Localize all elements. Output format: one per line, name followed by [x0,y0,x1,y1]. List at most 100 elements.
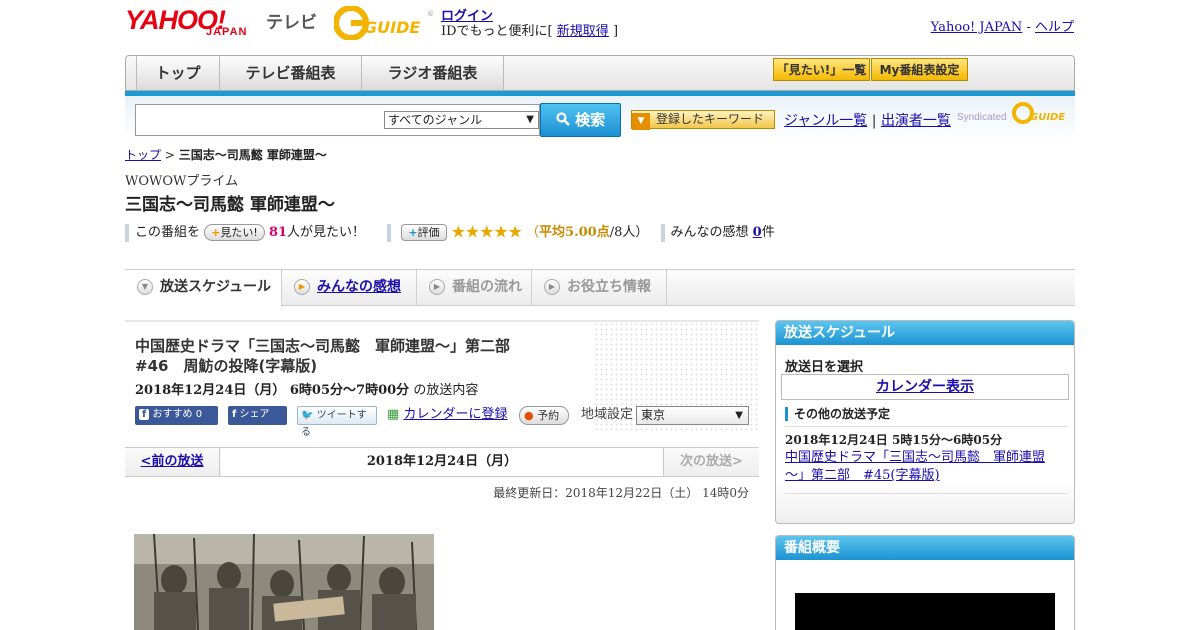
video-player[interactable] [795,593,1055,630]
episode-datetime-suffix: の放送内容 [413,383,479,398]
search-icon [556,111,575,129]
play-icon: ▶ [429,279,445,295]
impressions-count-link[interactable]: 0 [753,225,762,240]
login-subtext: IDでもっと便利に[ 新規取得 ] [441,20,618,39]
divider [660,223,665,242]
reserve-label: 予約 [537,409,560,422]
other-broadcasts-label: その他の放送予定 [785,407,890,421]
triangle-down-icon: ▼ [632,113,650,130]
service-name[interactable]: テレビ [266,8,317,33]
divider [785,493,1067,494]
play-icon: ▶ [294,279,310,295]
svg-text:®: ® [427,10,434,18]
broadcast-pager: <前の放送 2018年12月24日（月） 次の放送> [125,447,759,477]
want-count: 81 [268,225,288,240]
select-date-label: 放送日を選択 [785,360,864,375]
link-separator: | [871,113,877,129]
other-broadcast-link[interactable]: 中国歴史ドラマ「三国志～司馬懿 軍師連盟～」第二部 #45(字幕版) [785,449,1055,485]
calendar-register-button[interactable]: ▦ カレンダーに登録 [387,406,512,425]
my-schedule-button[interactable]: My番組表設定 [871,58,968,81]
rating-average: 平均5.00点 [539,225,610,240]
episode-datetime-value: 2018年12月24日（月） 6時05分～7時00分 [135,383,410,398]
last-updated: 最終更新日：2018年12月22日（土） 14時0分 [493,486,749,500]
genre-list-link[interactable]: ジャンル一覧 [784,113,867,129]
twitter-icon: 🐦 [301,410,314,421]
episode-image [134,534,434,630]
search-button-label: 検索 [575,111,606,129]
want-button[interactable]: +見たい! [204,224,265,241]
tweet-button[interactable]: 🐦 ツイートする [297,406,377,438]
gguide-small-logo: GUIDE [1012,102,1068,124]
performer-list-link[interactable]: 出演者一覧 [881,113,951,129]
svg-text:GUIDE: GUIDE [1030,112,1065,123]
program-actions-row: この番組を +見たい! 81人が見たい！ +評価 ★★★★★ （平均5.00点/… [125,221,775,243]
tab-impressions[interactable]: ▶ みんなの感想 [282,270,417,305]
want-suffix: 人が見たい！ [287,225,366,240]
previous-broadcast-link[interactable]: <前の放送 [125,448,220,476]
header-links: Yahoo! JAPAN - ヘルプ [931,16,1074,35]
calendar-register-link[interactable]: カレンダーに登録 [403,407,507,422]
chevron-down-icon: ▼ [735,410,743,421]
tab-program-flow[interactable]: ▶ 番組の流れ [417,270,532,305]
registered-keyword-button[interactable]: ▼ 登録したキーワード [631,110,775,130]
other-broadcast-time: 2018年12月24日 5時15分～6時05分 [785,433,1003,447]
tab-top[interactable]: トップ [136,56,220,90]
genre-select[interactable]: すべてのジャンル ▼ [384,111,539,129]
star-rating-icon: ★★★★★ [450,222,523,243]
rate-button[interactable]: +評価 [401,224,447,241]
login-sub-suffix: ] [612,24,619,39]
want-list-button[interactable]: 「見たい!」一覧 [773,58,870,81]
tab-radio-schedule[interactable]: ラジオ番組表 [362,56,504,90]
breadcrumb-current: 三国志～司馬懿 軍師連盟～ [178,148,327,162]
reserve-button[interactable]: ● 予約 [519,406,569,425]
tab-label: お役立ち情報 [567,279,651,295]
overview-panel: 番組概要 [775,535,1075,630]
svg-text:GUIDE: GUIDE [364,18,420,37]
facebook-share-button[interactable]: f シェア [228,406,287,425]
chevron-down-icon: ▼ [526,114,534,125]
divider [387,223,392,242]
rating-open: （ [526,225,540,240]
tab-tv-schedule[interactable]: テレビ番組表 [220,56,362,90]
tab-label: 放送スケジュール [160,279,272,295]
next-broadcast-link: 次の放送> [663,448,759,476]
main-nav: トップ テレビ番組表 ラジオ番組表 「見たい!」一覧 My番組表設定 [125,55,1075,91]
tab-label: 番組の流れ [452,279,522,295]
breadcrumb: トップ > 三国志～司馬懿 軍師連盟～ [125,146,327,163]
facebook-recommend-button[interactable]: f おすすめ 0 [135,406,218,425]
page-title: 三国志～司馬懿 軍師連盟～ [125,195,335,215]
search-bar: すべてのジャンル ▼ 検索 ▼ 登録したキーワード ジャンル一覧 | 出演者一覧 … [125,96,1075,140]
facebook-recommend-label: おすすめ 0 [152,409,203,420]
triangle-down-icon: ▼ [137,279,153,295]
channel-name: WOWOWプライム [125,174,239,189]
yahoo-japan-logo-text: JAPAN [206,26,248,38]
help-link[interactable]: ヘルプ [1035,20,1074,35]
want-button-label: 見たい! [220,226,258,239]
rating-count: /8人） [609,225,649,240]
facebook-share-label: シェア [239,409,270,420]
gguide-logo: GUIDE ® [333,5,434,41]
syndicated-label: Syndicated [957,112,1007,123]
calendar-view-link[interactable]: カレンダー表示 [781,374,1069,400]
plus-icon: + [408,226,418,239]
calendar-add-icon: ▦ [387,407,400,422]
program-subtabs: ▼ 放送スケジュール ▶ みんなの感想 ▶ 番組の流れ ▶ お役立ち情報 [125,269,1075,307]
region-select-value: 東京 [641,408,666,422]
divider [125,223,129,242]
play-icon: ▶ [544,279,560,295]
episode-subtitle: #46 周魴の投降(字幕版) [135,357,318,375]
facebook-icon: f [232,409,237,420]
region-select[interactable]: 東京 ▼ [636,406,749,425]
record-dot-icon: ● [524,409,534,422]
signup-link[interactable]: 新規取得 [557,24,609,39]
overview-panel-title: 番組概要 [776,536,1074,560]
rate-button-label: 評価 [417,226,440,239]
want-prefix: この番組を [135,225,201,240]
tab-broadcast-schedule[interactable]: ▼ 放送スケジュール [125,270,282,307]
tab-useful-info[interactable]: ▶ お役立ち情報 [532,270,667,305]
breadcrumb-top-link[interactable]: トップ [125,148,161,162]
yahoo-japan-link[interactable]: Yahoo! JAPAN [931,20,1023,35]
login-sub-prefix: IDでもっと便利に[ [441,24,553,39]
tab-label: みんなの感想 [317,279,401,295]
search-button[interactable]: 検索 [540,103,621,137]
